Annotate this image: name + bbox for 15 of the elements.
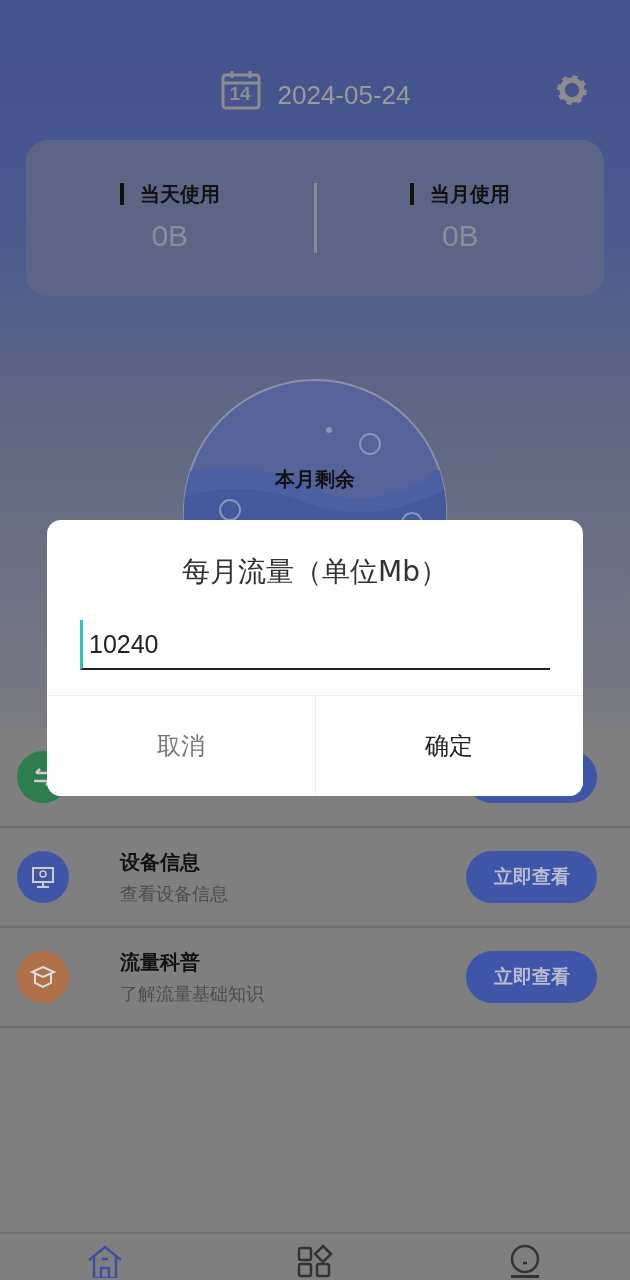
- view-button[interactable]: 立即查看: [466, 851, 597, 903]
- usage-label: 当月使用: [410, 183, 511, 205]
- settings-icon[interactable]: [554, 72, 590, 108]
- usage-label: 当天使用: [119, 183, 220, 205]
- date-text: 2024-05-24: [277, 80, 411, 111]
- calendar-day-number: 14: [229, 83, 251, 105]
- remaining-label: 本月剩余: [274, 466, 356, 493]
- tool-title: 设备信息: [120, 848, 201, 876]
- calendar-icon: [219, 69, 262, 111]
- tool-title: 流量科普: [120, 948, 201, 976]
- dialog-title: 每月流量（单位Mb）: [182, 554, 448, 590]
- apps-icon[interactable]: [295, 1244, 335, 1278]
- confirm-button[interactable]: 确定: [314, 696, 583, 796]
- view-button[interactable]: 立即查看: [466, 951, 597, 1003]
- input-field[interactable]: 10240: [80, 620, 550, 670]
